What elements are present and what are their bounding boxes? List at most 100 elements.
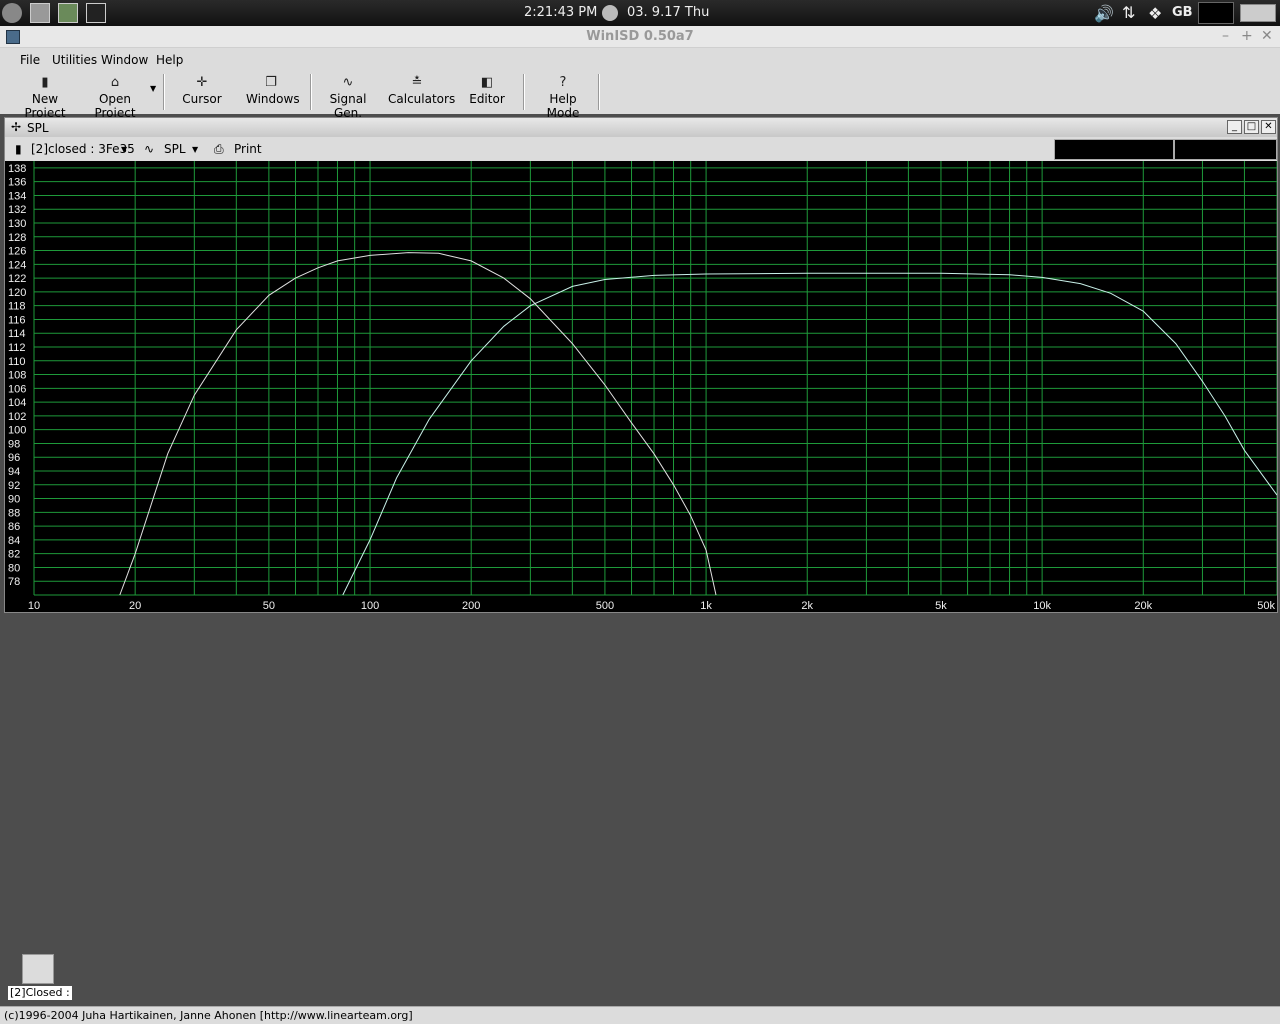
toolbar-separator (310, 74, 312, 110)
chevron-down-icon[interactable]: ▼ (192, 145, 198, 154)
print-button[interactable]: Print (234, 142, 262, 156)
new-project-label: New Project (24, 92, 66, 120)
open-folder-icon: ⌂ (110, 75, 120, 90)
dropbox-icon[interactable]: ❖ (1148, 4, 1162, 23)
volume-icon[interactable]: 🔊 (1094, 4, 1114, 23)
y-tick-label: 116 (8, 314, 26, 326)
project-select[interactable]: [2]closed : 3Fe35 (31, 142, 135, 156)
cursor-readout-y (1174, 139, 1277, 160)
menu-file[interactable]: File (20, 53, 40, 67)
plot-grid (33, 161, 1277, 596)
y-tick-label: 78 (8, 576, 20, 588)
windows-label: Windows (246, 92, 300, 106)
help-mode-button[interactable]: ? Help Mode (534, 72, 592, 120)
sine-wave-icon: ∿ (342, 75, 354, 90)
x-tick-label: 2k (801, 600, 813, 612)
chevron-down-icon[interactable]: ▼ (121, 145, 127, 154)
calculators-label: Calculators (388, 92, 456, 106)
minimize-icon[interactable]: _ (1227, 120, 1242, 134)
y-tick-label: 94 (8, 466, 20, 478)
cursor-label: Cursor (182, 92, 222, 106)
toolbar-separator (163, 74, 165, 110)
minimized-window-icon[interactable] (22, 954, 54, 984)
y-tick-label: 98 (8, 438, 20, 450)
y-tick-label: 122 (8, 273, 26, 285)
maximize-icon[interactable]: □ (1244, 120, 1259, 134)
minimize-icon[interactable]: – (1222, 28, 1229, 44)
open-project-button[interactable]: ⌂ Open Project (82, 72, 148, 120)
distro-logo-icon[interactable] (2, 3, 22, 23)
sine-wave-icon: ∿ (144, 142, 155, 156)
menu-utilities[interactable]: Utilities (52, 53, 97, 67)
y-tick-label: 126 (8, 246, 26, 258)
spl-curve-2 (342, 272, 1277, 596)
y-tick-label: 118 (8, 301, 26, 313)
editor-label: Editor (469, 92, 505, 106)
cursor-button[interactable]: ✛ Cursor (178, 72, 226, 112)
x-tick-label: 20 (129, 600, 141, 612)
image-viewer-icon[interactable] (58, 3, 78, 23)
open-project-label: Open Project (94, 92, 136, 120)
project-icon: ▮ (15, 142, 22, 156)
x-tick-label: 50 (263, 600, 275, 612)
help-mode-label: Help Mode (546, 92, 580, 120)
system-monitor-graph[interactable] (1198, 2, 1234, 24)
signal-gen-button[interactable]: ∿ Signal Gen. (318, 72, 378, 120)
minimized-window-label[interactable]: [2]Closed : (8, 986, 72, 1000)
y-tick-label: 102 (8, 411, 26, 423)
file-manager-icon[interactable] (30, 3, 50, 23)
y-tick-label: 100 (8, 425, 26, 437)
new-project-icon: ▮ (41, 75, 49, 90)
status-text: (c)1996-2004 Juha Hartikainen, Janne Aho… (4, 1009, 413, 1022)
weather-icon[interactable] (602, 5, 618, 21)
x-tick-labels: 10 20 50 100 200 500 1k 2k 5k 10k 20k 50k (28, 600, 1276, 612)
battery-icon[interactable] (1240, 4, 1276, 22)
window-title: WinISD 0.50a7 (586, 29, 694, 44)
x-tick-label: 20k (1134, 600, 1152, 612)
menu-window[interactable]: Window (101, 53, 148, 67)
y-tick-label: 120 (8, 287, 26, 299)
y-tick-label: 134 (8, 190, 26, 202)
windows-button[interactable]: ❐ Windows (246, 72, 300, 112)
date[interactable]: 03. 9.17 Thu (627, 5, 709, 20)
x-tick-label: 500 (596, 600, 614, 612)
top-panel: 2:21:43 PM 03. 9.17 Thu 🔊 ⇅ ❖ GB (0, 0, 1280, 26)
spl-titlebar[interactable]: ✢ SPL _ □ ✕ (5, 118, 1277, 137)
windows-stack-icon: ❐ (265, 75, 277, 90)
y-tick-label: 132 (8, 204, 26, 216)
spl-plot[interactable]: 7880828486889092949698100102104106108110… (5, 161, 1277, 612)
y-tick-labels: 7880828486889092949698100102104106108110… (8, 163, 26, 588)
chevron-down-icon[interactable]: ▼ (150, 84, 156, 93)
close-icon[interactable]: ✕ (1261, 120, 1276, 134)
network-icon[interactable]: ⇅ (1122, 3, 1135, 22)
y-tick-label: 84 (8, 535, 20, 547)
signal-gen-label: Signal Gen. (329, 92, 367, 120)
pin-icon[interactable]: ✢ (11, 120, 21, 134)
calculators-button[interactable]: ≛ Calculators (388, 72, 455, 112)
cursor-readout-x (1054, 139, 1174, 160)
terminal-icon[interactable] (86, 3, 106, 23)
x-tick-label: 10 (28, 600, 40, 612)
clock[interactable]: 2:21:43 PM (524, 5, 597, 20)
toolbar: ▮ New Project ⌂ Open Project ▼ ✛ Cursor … (0, 72, 1280, 120)
keyboard-layout[interactable]: GB (1172, 5, 1193, 20)
x-tick-label: 100 (361, 600, 379, 612)
new-project-button[interactable]: ▮ New Project (14, 72, 76, 120)
y-tick-label: 112 (8, 342, 26, 354)
spl-curve-1 (119, 252, 717, 596)
maximize-icon[interactable]: + (1241, 28, 1253, 44)
x-tick-label: 1k (700, 600, 712, 612)
y-tick-label: 106 (8, 383, 26, 395)
calculator-icon: ≛ (411, 75, 423, 90)
y-tick-label: 130 (8, 218, 26, 230)
graph-select[interactable]: SPL (164, 142, 186, 156)
speaker-editor-icon: ◧ (480, 75, 494, 90)
status-bar: (c)1996-2004 Juha Hartikainen, Janne Aho… (0, 1006, 1280, 1024)
spl-title: SPL (27, 121, 49, 135)
cursor-crosshair-icon: ✛ (196, 75, 208, 90)
window-titlebar[interactable]: WinISD 0.50a7 – + ✕ (0, 26, 1280, 48)
editor-button[interactable]: ◧ Editor (468, 72, 506, 112)
close-icon[interactable]: ✕ (1261, 28, 1273, 44)
menu-help[interactable]: Help (156, 53, 183, 67)
toolbar-separator (523, 74, 525, 110)
